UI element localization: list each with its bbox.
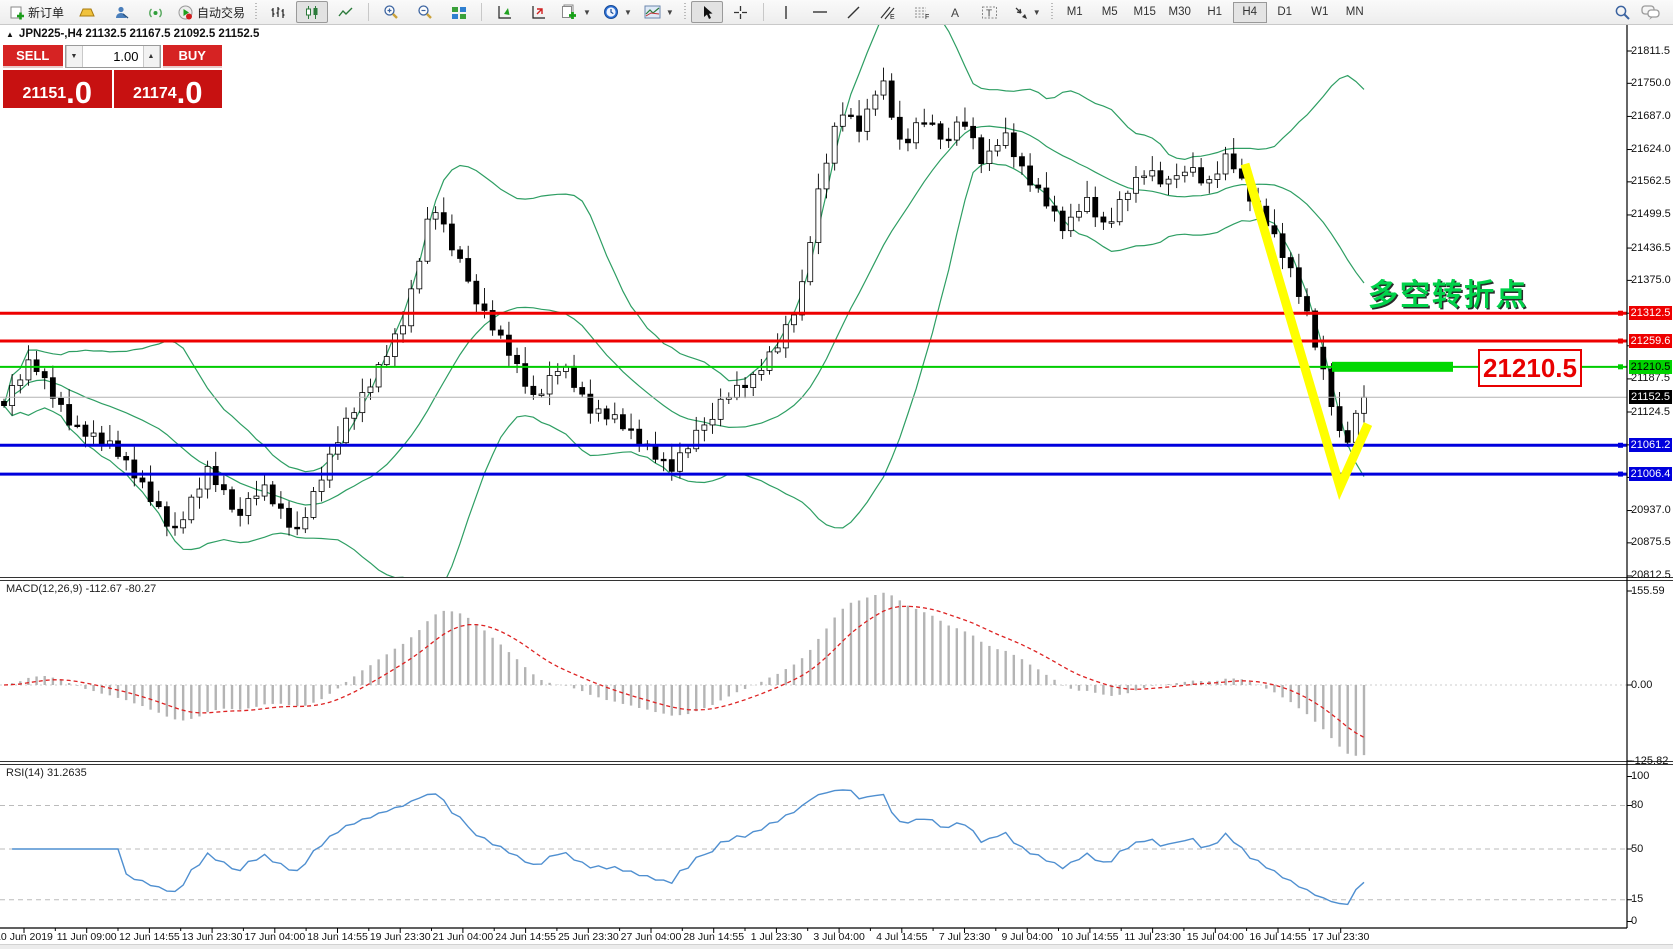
price-tick: 21624.0 bbox=[1631, 143, 1671, 155]
sell-price-box[interactable]: 21151 .0 bbox=[3, 70, 112, 108]
sell-button[interactable]: SELL bbox=[3, 45, 63, 68]
buy-price-box[interactable]: 21174 .0 bbox=[114, 70, 223, 108]
volume-increase-button[interactable]: ▲ bbox=[143, 46, 160, 67]
sell-price-main: 21151 bbox=[23, 86, 67, 106]
price-badge: 21210.5 bbox=[1629, 360, 1672, 374]
price-tick: 20875.5 bbox=[1631, 536, 1671, 548]
time-tick: 16 Jul 14:55 bbox=[1249, 931, 1306, 943]
macd-tick: 0.00 bbox=[1631, 679, 1652, 691]
sell-price-decimal: .0 bbox=[66, 80, 92, 106]
time-tick: 17 Jun 04:00 bbox=[244, 931, 305, 943]
time-tick: 1 Jul 23:30 bbox=[751, 931, 802, 943]
level-price-callout: 21210.5 bbox=[1478, 349, 1582, 387]
price-tick: 20937.0 bbox=[1631, 504, 1671, 516]
chart-title: ▲ JPN225-,H4 21132.5 21167.5 21092.5 211… bbox=[6, 28, 259, 40]
time-tick: 13 Jun 23:30 bbox=[182, 931, 243, 943]
buy-button[interactable]: BUY bbox=[163, 45, 223, 68]
rsi-tick: 15 bbox=[1631, 893, 1643, 905]
turning-point-annotation: 多空转折点 bbox=[1368, 270, 1528, 314]
price-tick: 21187.5 bbox=[1631, 372, 1670, 384]
green-zone-drawing bbox=[1332, 362, 1453, 372]
rsi-tick: 100 bbox=[1631, 770, 1649, 782]
macd-label: MACD(12,26,9) -112.67 -80.27 bbox=[6, 583, 156, 595]
time-tick: 24 Jun 14:55 bbox=[495, 931, 556, 943]
one-click-trading-panel: SELL ▼ ▲ BUY 21151 .0 21174 .0 bbox=[3, 45, 222, 108]
price-tick: 21562.5 bbox=[1631, 175, 1671, 187]
time-tick: 10 Jun 2019 bbox=[0, 931, 53, 943]
buy-price-decimal: .0 bbox=[177, 80, 203, 106]
time-tick: 25 Jun 23:30 bbox=[558, 931, 619, 943]
price-tick: 21436.5 bbox=[1631, 242, 1671, 254]
price-badge: 21006.4 bbox=[1629, 467, 1672, 481]
volume-decrease-button[interactable]: ▼ bbox=[66, 46, 83, 67]
symbol-triangle-icon: ▲ bbox=[6, 30, 14, 39]
price-badge: 21312.5 bbox=[1629, 306, 1672, 320]
price-badge: 21259.6 bbox=[1629, 334, 1672, 348]
time-tick: 21 Jun 04:00 bbox=[433, 931, 494, 943]
price-badge: 21061.2 bbox=[1629, 438, 1672, 452]
candles bbox=[2, 68, 1367, 537]
price-tick: 20812.5 bbox=[1631, 569, 1671, 581]
volume-stepper: ▼ ▲ bbox=[65, 45, 161, 68]
time-tick: 19 Jun 23:30 bbox=[370, 931, 431, 943]
time-tick: 3 Jul 04:00 bbox=[813, 931, 864, 943]
mt4-window: 新订单 自动交易 ▼ ▼ ▼ E F A T ▼ M bbox=[0, 0, 1673, 949]
time-tick: 15 Jul 04:00 bbox=[1187, 931, 1244, 943]
price-badge: 21152.5 bbox=[1629, 390, 1672, 404]
time-tick: 27 Jun 04:00 bbox=[621, 931, 682, 943]
rsi-tick: 80 bbox=[1631, 799, 1643, 811]
price-tick: 21687.0 bbox=[1631, 110, 1671, 122]
price-tick: 21375.0 bbox=[1631, 274, 1671, 286]
rsi-tick: 0 bbox=[1631, 915, 1637, 927]
chart-title-text: JPN225-,H4 21132.5 21167.5 21092.5 21152… bbox=[19, 28, 259, 40]
time-tick: 7 Jul 23:30 bbox=[939, 931, 990, 943]
rsi-tick: 50 bbox=[1631, 843, 1643, 855]
time-tick: 12 Jun 14:55 bbox=[119, 931, 180, 943]
rsi-label: RSI(14) 31.2635 bbox=[6, 767, 87, 779]
time-tick: 4 Jul 14:55 bbox=[876, 931, 927, 943]
time-tick: 28 Jun 14:55 bbox=[683, 931, 744, 943]
volume-input[interactable] bbox=[83, 46, 143, 67]
price-tick: 21499.5 bbox=[1631, 208, 1671, 220]
time-tick: 9 Jul 04:00 bbox=[1002, 931, 1053, 943]
time-tick: 18 Jun 14:55 bbox=[307, 931, 368, 943]
price-tick: 21124.5 bbox=[1631, 406, 1670, 418]
time-tick: 11 Jul 23:30 bbox=[1124, 931, 1180, 943]
macd-tick: -125.82 bbox=[1631, 755, 1668, 767]
buy-price-main: 21174 bbox=[133, 86, 177, 106]
time-tick: 11 Jun 09:00 bbox=[57, 931, 117, 943]
time-tick: 17 Jul 23:30 bbox=[1312, 931, 1369, 943]
macd-tick: 155.59 bbox=[1631, 585, 1665, 597]
chart-canvas[interactable] bbox=[0, 0, 1673, 949]
price-tick: 21811.5 bbox=[1631, 45, 1670, 57]
price-tick: 21750.0 bbox=[1631, 77, 1671, 89]
time-tick: 10 Jul 14:55 bbox=[1061, 931, 1118, 943]
